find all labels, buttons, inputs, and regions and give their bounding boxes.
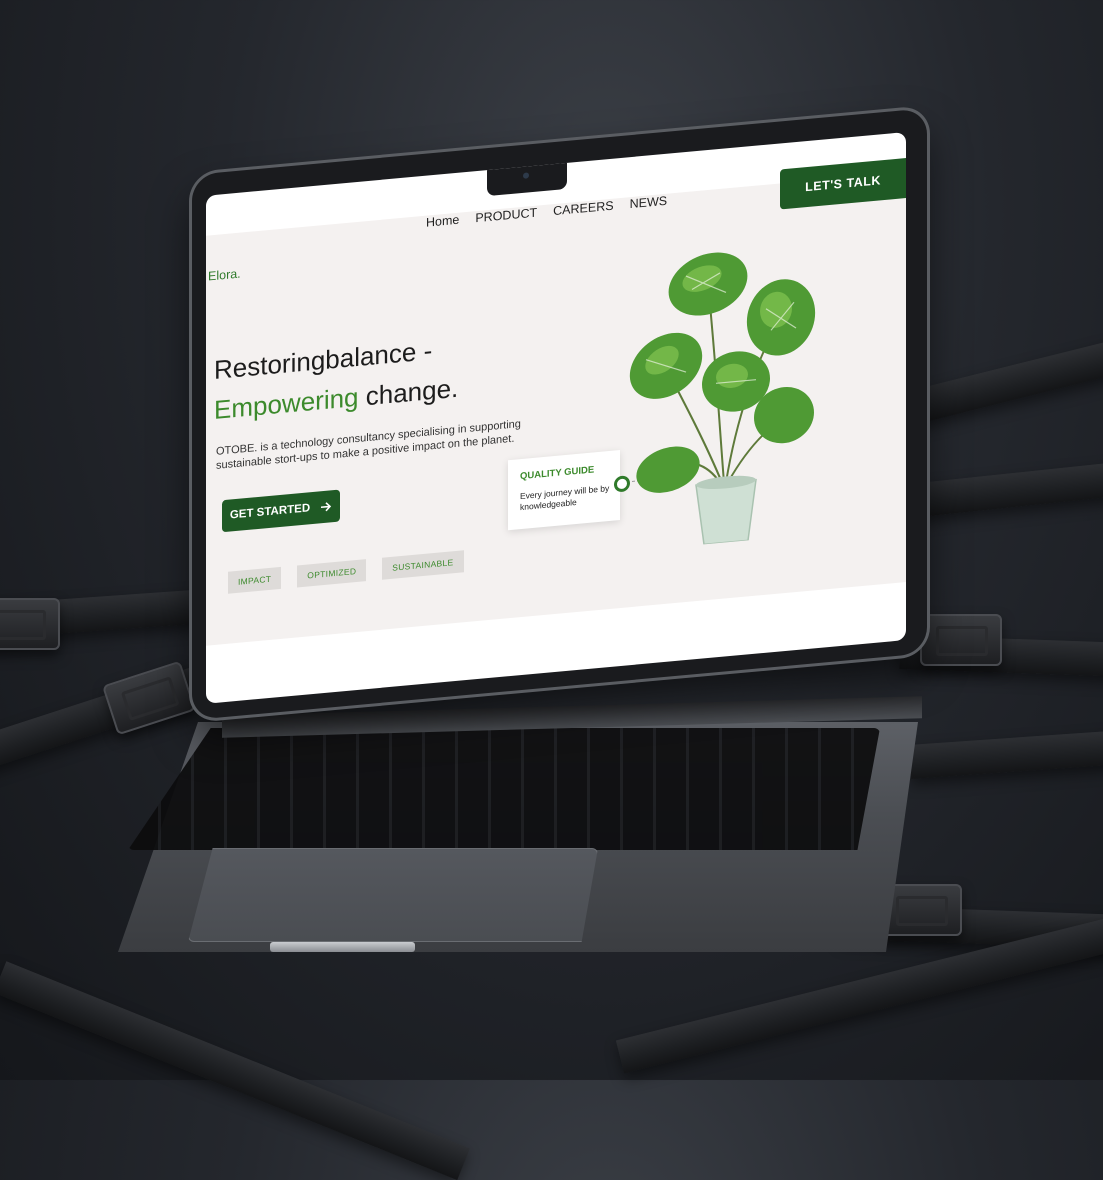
nav-product[interactable]: PRODUCT [475,206,537,226]
nav-news[interactable]: NEWS [630,194,668,211]
laptop-lid: Home PRODUCT CAREERS NEWS LET'S TALK Elo… [192,108,927,721]
nav-careers[interactable]: CAREERS [553,199,613,219]
strap-bottom-diagonal [0,961,470,1180]
tag-optimized: OPTIMIZED [297,559,367,588]
get-started-label: GET STARTED [229,502,311,522]
quality-guide-card: QUALITY GUIDE Every journey will be by k… [508,450,620,531]
website-page: Home PRODUCT CAREERS NEWS LET'S TALK Elo… [206,158,906,646]
strap-right-bottom [908,729,1103,779]
hero-headline-accent: Empowering [214,381,359,425]
hero-description: OTOBE. is a technology consultancy speci… [216,418,521,472]
top-navigation: Home PRODUCT CAREERS NEWS [426,194,667,230]
nav-home[interactable]: Home [426,213,459,230]
laptop-front-lip [270,942,415,952]
get-started-button[interactable]: GET STARTED [222,489,340,533]
laptop-keyboard[interactable] [128,728,880,850]
laptop-screen: Home PRODUCT CAREERS NEWS LET'S TALK Elo… [206,132,906,704]
lets-talk-button[interactable]: LET'S TALK [780,158,906,210]
webcam-icon [523,172,529,179]
tag-sustainable: SUSTAINABLE [382,550,464,580]
quality-guide-body: Every journey will be by knowledgeable [520,483,610,513]
strap-buckle-left [0,598,60,650]
laptop-trackpad[interactable] [188,848,598,942]
feature-tags: IMPACT OPTIMIZED SUSTAINABLE [228,550,464,594]
strap-buckle-right [920,614,1002,666]
quality-guide-title: QUALITY GUIDE [520,464,595,483]
tag-impact: IMPACT [228,566,282,594]
strap-buckle-left-low [101,660,197,736]
arrow-right-icon [321,502,332,512]
strap-mid-right [898,457,1103,519]
hero-headline-rest: change. [358,372,459,412]
monstera-plant-illustration [629,252,816,546]
brand-logo-text[interactable]: Elora. [208,267,241,284]
